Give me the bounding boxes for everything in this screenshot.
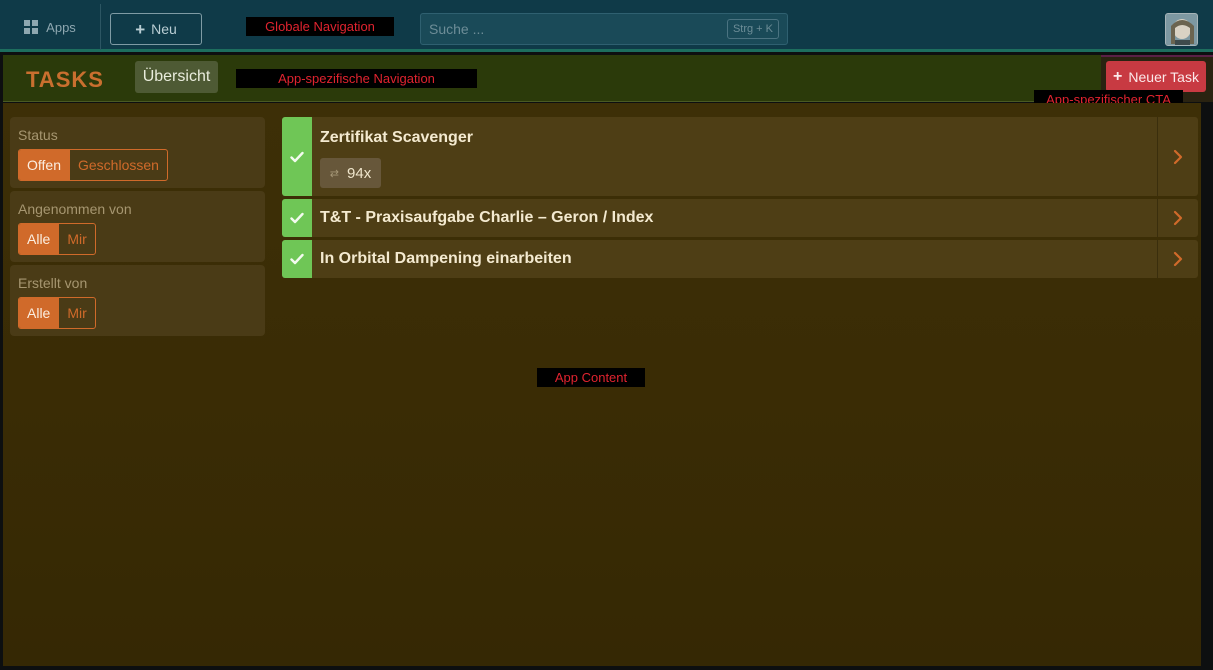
filter-option-mir[interactable]: Mir	[58, 224, 94, 254]
new-button-label: Neu	[151, 21, 177, 37]
check-icon	[290, 151, 304, 162]
chevron-right-icon	[1173, 149, 1183, 164]
task-done-check[interactable]	[282, 117, 312, 196]
plus-icon: +	[135, 19, 146, 39]
chevron-right-icon	[1173, 210, 1183, 226]
filter-label: Erstellt von	[18, 275, 88, 291]
task-done-check[interactable]	[282, 199, 312, 237]
task-open-button[interactable]	[1157, 240, 1198, 278]
filter-created: Erstellt von Alle Mir	[10, 265, 265, 336]
created-toggle: Alle Mir	[18, 297, 96, 329]
tab-overview[interactable]: Übersicht	[135, 61, 218, 93]
task-row[interactable]: T&T - Praxisaufgabe Charlie – Geron / In…	[282, 199, 1198, 237]
avatar-image-icon	[1166, 14, 1197, 45]
task-title: In Orbital Dampening einarbeiten	[320, 250, 572, 267]
assigned-toggle: Alle Mir	[18, 223, 96, 255]
new-task-label: Neuer Task	[1128, 68, 1199, 85]
filter-option-mir[interactable]: Mir	[58, 298, 94, 328]
task-row[interactable]: In Orbital Dampening einarbeiten	[282, 240, 1198, 278]
repeat-icon: ⇄	[329, 167, 340, 180]
search-shortcut-hint: Strg + K	[726, 19, 779, 39]
new-task-button[interactable]: + Neuer Task	[1106, 61, 1206, 92]
task-row[interactable]: Zertifikat Scavenger ⇄ 94x	[282, 117, 1198, 196]
filter-option-geschlossen[interactable]: Geschlossen	[69, 150, 167, 180]
plus-icon: +	[1113, 67, 1123, 85]
filter-label: Status	[18, 127, 58, 143]
app-logo[interactable]: TASKS	[26, 67, 104, 93]
apps-grid-icon	[24, 20, 39, 34]
apps-button[interactable]: Apps	[0, 4, 101, 50]
task-open-button[interactable]	[1157, 117, 1198, 196]
repeat-count: 94x	[347, 164, 372, 182]
status-toggle: Offen Geschlossen	[18, 149, 168, 181]
user-avatar[interactable]	[1165, 13, 1198, 46]
app-navigation-annotation: App-spezifische Navigation	[236, 69, 477, 88]
search-box[interactable]: Strg + K	[420, 13, 788, 45]
check-icon	[290, 253, 304, 265]
task-done-check[interactable]	[282, 240, 312, 278]
filter-status: Status Offen Geschlossen	[10, 117, 265, 188]
filter-option-alle[interactable]: Alle	[19, 224, 59, 254]
apps-label: Apps	[46, 19, 76, 35]
new-button[interactable]: + Neu	[110, 13, 202, 45]
filter-option-alle[interactable]: Alle	[19, 298, 59, 328]
task-title: Zertifikat Scavenger	[320, 129, 473, 146]
filter-option-offen[interactable]: Offen	[19, 150, 69, 180]
app-content-annotation: App Content	[537, 368, 645, 387]
global-navigation-annotation: Globale Navigation	[246, 17, 394, 36]
filter-assigned: Angenommen von Alle Mir	[10, 191, 265, 262]
search-input[interactable]	[429, 21, 709, 37]
chevron-right-icon	[1173, 251, 1183, 267]
check-icon	[290, 212, 304, 224]
repeat-count-badge: ⇄ 94x	[320, 158, 381, 188]
task-open-button[interactable]	[1157, 199, 1198, 237]
task-title: T&T - Praxisaufgabe Charlie – Geron / In…	[320, 209, 654, 226]
filter-label: Angenommen von	[18, 201, 132, 217]
